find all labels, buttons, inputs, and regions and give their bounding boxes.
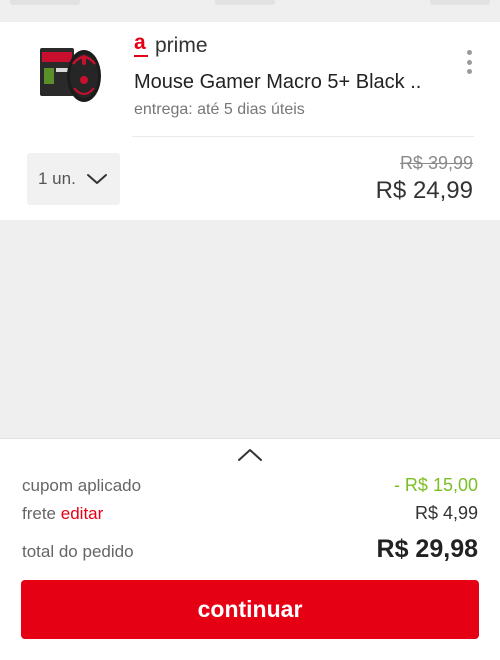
total-label: total do pedido bbox=[22, 542, 134, 561]
coupon-value: - R$ 15,00 bbox=[393, 475, 478, 495]
chevron-down-icon bbox=[86, 174, 107, 184]
quantity-label: 1 un. bbox=[38, 169, 76, 188]
edit-shipping-link[interactable]: editar bbox=[61, 504, 104, 523]
product-title[interactable]: Mouse Gamer Macro 5+ Black .. bbox=[134, 71, 454, 94]
coupon-label: cupom aplicado bbox=[22, 476, 142, 495]
shipping-label: frete bbox=[22, 504, 57, 523]
product-image[interactable] bbox=[36, 38, 106, 108]
continue-button[interactable]: continuar bbox=[21, 580, 479, 639]
shipping-row: frete editar R$ 4,99 bbox=[22, 503, 478, 524]
shipping-value: R$ 4,99 bbox=[414, 503, 478, 523]
americanas-logo-icon: a bbox=[134, 32, 148, 57]
divider bbox=[132, 136, 474, 137]
order-summary-panel: cupom aplicado - R$ 15,00 frete editar R… bbox=[0, 438, 500, 660]
previous-card-edge bbox=[430, 0, 490, 5]
quantity-selector[interactable]: 1 un. bbox=[27, 153, 120, 205]
original-price: R$ 39,99 bbox=[399, 153, 473, 173]
shipping-label-group: frete editar bbox=[22, 504, 103, 524]
total-value: R$ 29,98 bbox=[376, 535, 478, 563]
current-price: R$ 24,99 bbox=[375, 177, 473, 204]
previous-card-edge bbox=[10, 0, 80, 5]
coupon-row: cupom aplicado - R$ 15,00 bbox=[22, 475, 478, 496]
cart-item-card: a prime Mouse Gamer Macro 5+ Black .. en… bbox=[0, 22, 500, 220]
top-strip bbox=[0, 0, 500, 22]
previous-card-edge bbox=[215, 0, 275, 5]
brand-name: prime bbox=[155, 34, 208, 57]
total-row: total do pedido R$ 29,98 bbox=[22, 535, 478, 564]
chevron-up-icon[interactable] bbox=[237, 447, 263, 463]
seller-brand: a prime bbox=[134, 32, 208, 58]
delivery-estimate: entrega: até 5 dias úteis bbox=[134, 101, 305, 118]
kebab-menu-icon[interactable] bbox=[460, 50, 478, 74]
